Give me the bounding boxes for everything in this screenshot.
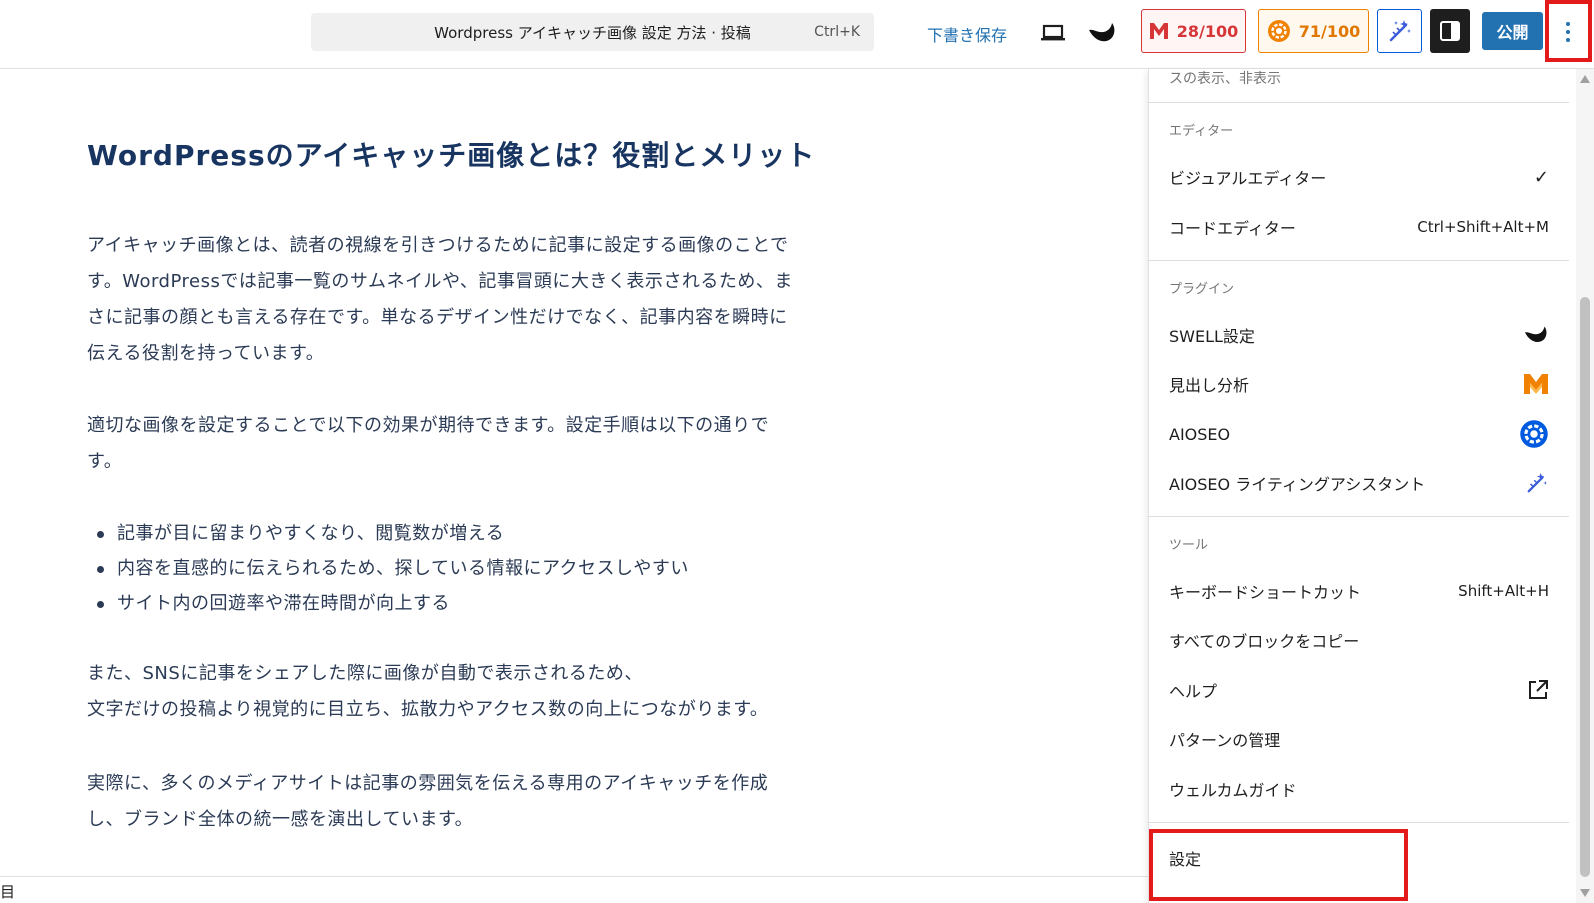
sidebar-icon <box>1440 21 1460 41</box>
settings-sidebar-toggle[interactable] <box>1430 9 1470 53</box>
paragraph-line: 適切な画像を設定することで以下の効果が期待できます。設定手順は以下の通りで <box>87 415 770 436</box>
command-shortcut: Ctrl+K <box>814 24 860 40</box>
paragraph-line: アイキャッチ画像とは、読者の視線を引きつけるために記事に設定する画像のことで <box>87 235 789 256</box>
editor-canvas[interactable]: WordPressのアイキャッチ画像とは？役割とメリット アイキャッチ画像とは、… <box>0 70 1148 876</box>
menu-item-copy-all-blocks[interactable]: すべてのブロックをコピー <box>1149 618 1569 662</box>
headline-score-button[interactable]: 28/100 <box>1141 9 1246 53</box>
paragraph-block[interactable]: アイキャッチ画像とは、読者の視線を引きつけるために記事に設定する画像のことで す… <box>87 228 847 372</box>
menu-divider <box>1149 516 1569 517</box>
menu-group-label-tools: ツール <box>1169 538 1209 553</box>
menu-item-visual-editor[interactable]: ビジュアルエディター ✓ <box>1149 155 1569 199</box>
menu-item-label: コードエディター <box>1169 219 1296 238</box>
headline-analyzer-icon <box>1149 23 1168 39</box>
aioseo-icon <box>1267 20 1290 42</box>
paragraph-line: し、ブランド全体の統一感を演出しています。 <box>87 809 474 830</box>
aioseo-score-value: 71/100 <box>1298 21 1361 41</box>
paragraph-block[interactable]: 実際に、多くのメディアサイトは記事の雰囲気を伝える専用のアイキャッチを作成 し、… <box>87 766 847 838</box>
menu-item-partial[interactable]: スの表示、非表示 <box>1169 69 1281 88</box>
post-heading[interactable]: WordPressのアイキャッチ画像とは？役割とメリット <box>87 134 815 174</box>
laptop-icon <box>1041 24 1065 41</box>
menu-group-label-plugins: プラグイン <box>1169 282 1235 297</box>
menu-item-label: 設定 <box>1169 850 1202 869</box>
menu-item-label: SWELL設定 <box>1169 327 1255 346</box>
menu-item-label: ヘルプ <box>1169 682 1218 701</box>
external-link-icon <box>1529 680 1548 699</box>
menu-item-label: AIOSEO <box>1169 424 1231 444</box>
swell-icon <box>1525 326 1547 343</box>
aioseo-icon <box>1520 420 1548 448</box>
swell-settings-button[interactable] <box>1085 16 1119 50</box>
menu-item-shortcut: Ctrl+Shift+Alt+M <box>1417 218 1549 236</box>
paragraph-line: す。WordPressでは記事一覧のサムネイルや、記事冒頭に大きく表示されるため… <box>87 271 793 292</box>
menu-group-label-editor: エディター <box>1169 124 1234 139</box>
menu-item-aioseo[interactable]: AIOSEO <box>1149 412 1569 456</box>
paragraph-line: 文字だけの投稿より視覚的に目立ち、拡散力やアクセス数の向上につながります。 <box>87 699 769 720</box>
paragraph-line: 実際に、多くのメディアサイトは記事の雰囲気を伝える専用のアイキャッチを作成 <box>87 773 769 794</box>
list-item: サイト内の回遊率や滞在時間が向上する <box>87 586 689 621</box>
menu-item-label: ビジュアルエディター <box>1169 169 1327 188</box>
paragraph-line: また、SNSに記事をシェアした際に画像が自動で表示されるため、 <box>87 663 643 684</box>
menu-item-shortcut: Shift+Alt+H <box>1458 582 1549 600</box>
menu-divider <box>1149 102 1569 103</box>
menu-item-code-editor[interactable]: コードエディター Ctrl+Shift+Alt+M <box>1149 205 1569 249</box>
menu-item-label: AIOSEO ライティングアシスタント <box>1169 475 1426 494</box>
menu-item-aioseo-writing-assistant[interactable]: AIOSEO ライティングアシスタント <box>1149 461 1569 505</box>
kebab-menu-icon <box>1566 22 1570 42</box>
ai-wand-icon <box>1389 20 1411 42</box>
publish-button[interactable]: 公開 <box>1482 12 1543 50</box>
menu-item-label: 見出し分析 <box>1169 376 1250 395</box>
menu-item-label: すべてのブロックをコピー <box>1169 632 1360 651</box>
menu-item-preferences[interactable]: 設定 <box>1149 836 1569 880</box>
save-draft-button[interactable]: 下書き保存 <box>927 22 1007 46</box>
command-palette-bar[interactable]: Wordpress アイキャッチ画像 設定 方法 · 投稿 Ctrl+K <box>311 13 874 51</box>
paragraph-block[interactable]: また、SNSに記事をシェアした際に画像が自動で表示されるため、 文字だけの投稿よ… <box>87 656 847 728</box>
swell-icon <box>1089 23 1115 42</box>
preview-button[interactable] <box>1036 18 1070 48</box>
menu-item-manage-patterns[interactable]: パターンの管理 <box>1149 717 1569 761</box>
menu-item-keyboard-shortcuts[interactable]: キーボードショートカット Shift+Alt+H <box>1149 569 1569 613</box>
paragraph-line: 伝える役割を持っています。 <box>87 343 325 364</box>
document-title: Wordpress アイキャッチ画像 設定 方法 · 投稿 <box>434 24 751 42</box>
menu-item-help[interactable]: ヘルプ <box>1149 668 1569 712</box>
menu-item-label: キーボードショートカット <box>1169 583 1362 602</box>
menu-item-label: パターンの管理 <box>1169 731 1281 750</box>
ai-wand-icon <box>1527 472 1548 493</box>
paragraph-line: さに記事の顔とも言える存在です。単なるデザイン性だけでなく、記事内容を瞬時に <box>87 307 788 328</box>
checkmark-icon: ✓ <box>1533 166 1549 188</box>
scroll-thumb[interactable] <box>1580 297 1590 877</box>
bullet-list[interactable]: 記事が目に留まりやすくなり、閲覧数が増える 内容を直感的に伝えられるため、探して… <box>87 516 689 621</box>
options-menu-button[interactable] <box>1548 5 1588 59</box>
menu-item-welcome-guide[interactable]: ウェルカムガイド <box>1149 767 1569 811</box>
editor-header: Wordpress アイキャッチ画像 設定 方法 · 投稿 Ctrl+K 下書き… <box>0 0 1594 69</box>
menu-item-swell-settings[interactable]: SWELL設定 <box>1149 313 1569 357</box>
menu-item-headline-analyzer[interactable]: 見出し分析 <box>1149 362 1569 406</box>
list-item: 内容を直感的に伝えられるため、探している情報にアクセスしやすい <box>87 551 689 586</box>
aioseo-score-button[interactable]: 71/100 <box>1258 9 1369 53</box>
list-item: 記事が目に留まりやすくなり、閲覧数が増える <box>87 516 689 551</box>
menu-divider <box>1149 822 1569 823</box>
headline-score-value: 28/100 <box>1176 21 1239 41</box>
options-dropdown-menu: スの表示、非表示 エディター ビジュアルエディター ✓ コードエディター Ctr… <box>1148 69 1576 903</box>
breadcrumb[interactable]: 目 <box>0 881 15 902</box>
paragraph-line: す。 <box>87 451 123 472</box>
block-breadcrumb-bar: 目 <box>0 876 1148 903</box>
scroll-down-arrow-icon[interactable] <box>1580 889 1590 897</box>
writing-assistant-button[interactable] <box>1377 9 1422 53</box>
paragraph-block[interactable]: 適切な画像を設定することで以下の効果が期待できます。設定手順は以下の通りで す。 <box>87 408 847 480</box>
menu-divider <box>1149 260 1569 261</box>
menu-scrollbar[interactable] <box>1576 69 1594 903</box>
scroll-up-arrow-icon[interactable] <box>1580 75 1590 83</box>
menu-item-label: ウェルカムガイド <box>1169 781 1297 800</box>
headline-analyzer-icon <box>1524 374 1548 394</box>
